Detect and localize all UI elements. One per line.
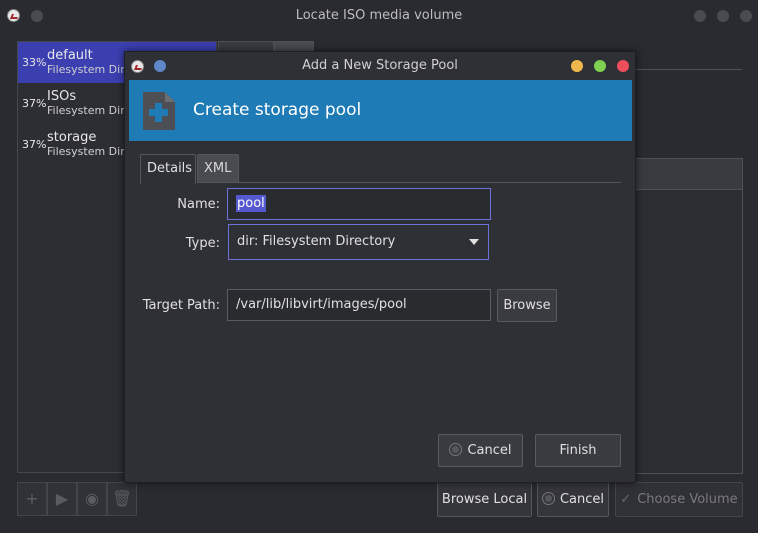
dialog-cancel-label: Cancel [467,443,512,458]
close-icon[interactable] [617,60,629,72]
target-path-input[interactable]: /var/lib/libvirt/images/pool [227,289,491,321]
window-menu-icon[interactable] [154,60,166,72]
stop-pool-button[interactable]: ◉ [77,482,107,516]
maximize-icon[interactable] [717,10,729,22]
type-label: Type: [185,236,220,251]
tab-divider [197,182,621,183]
minimize-icon[interactable] [694,10,706,22]
volume-list[interactable] [620,158,743,474]
dialog-banner: Create storage pool [129,80,632,141]
tab-xml[interactable]: XML [197,154,239,183]
minimize-icon[interactable] [571,60,583,72]
pool-type-dropdown[interactable]: dir: Filesystem Directory [228,224,489,260]
choose-volume-label: Choose Volume [637,492,738,507]
tab-details[interactable]: Details [140,154,196,184]
browse-local-label: Browse Local [441,492,528,507]
close-icon[interactable] [740,10,752,22]
parent-titlebar: Locate ISO media volume [0,0,758,32]
browse-label: Browse [503,298,551,313]
virt-manager-app-icon [131,60,144,73]
name-label: Name: [177,197,220,212]
window-menu-icon[interactable] [31,10,43,22]
delete-pool-button[interactable]: 🗑 [107,482,137,516]
pool-type-selected: dir: Filesystem Directory [237,234,396,249]
name-input-value: pool [236,195,266,212]
plus-icon: + [25,489,39,508]
pool-usage-percent: 37% [22,138,47,151]
check-icon: ✓ [620,492,632,507]
chevron-down-icon [469,239,479,245]
tab-details-label: Details [147,161,193,176]
target-path-value: /var/lib/libvirt/images/pool [236,297,407,312]
browse-button[interactable]: Browse [497,289,557,322]
choose-volume-button[interactable]: ✓ Choose Volume [615,482,743,517]
start-pool-button[interactable]: ▶ [47,482,77,516]
browse-local-button[interactable]: Browse Local [437,482,532,517]
parent-cancel-label: Cancel [559,492,605,507]
finish-label: Finish [559,443,597,458]
add-storage-pool-dialog: Add a New Storage Pool Create storage po… [124,51,636,483]
dialog-title: Add a New Storage Pool [302,58,458,73]
pool-usage-percent: 33% [22,56,47,69]
play-icon: ▶ [55,489,69,508]
dialog-cancel-button[interactable]: Cancel [438,434,523,467]
target-path-label: Target Path: [142,298,220,313]
maximize-icon[interactable] [594,60,606,72]
dialog-titlebar: Add a New Storage Pool [125,52,635,80]
add-pool-button[interactable]: + [17,482,47,516]
finish-button[interactable]: Finish [535,434,621,467]
banner-title: Create storage pool [193,100,362,120]
cancel-icon [541,492,555,505]
name-input[interactable]: pool [227,188,491,220]
cancel-icon [449,443,463,456]
parent-cancel-button[interactable]: Cancel [537,482,609,517]
tab-xml-label: XML [204,161,232,176]
volume-list-header [621,159,742,190]
parent-window-title: Locate ISO media volume [295,8,463,23]
pool-usage-percent: 37% [22,97,47,110]
trash-icon: 🗑 [111,489,133,508]
stop-icon: ◉ [85,489,99,508]
virt-manager-app-icon [7,9,20,22]
storage-pool-icon [143,92,175,130]
